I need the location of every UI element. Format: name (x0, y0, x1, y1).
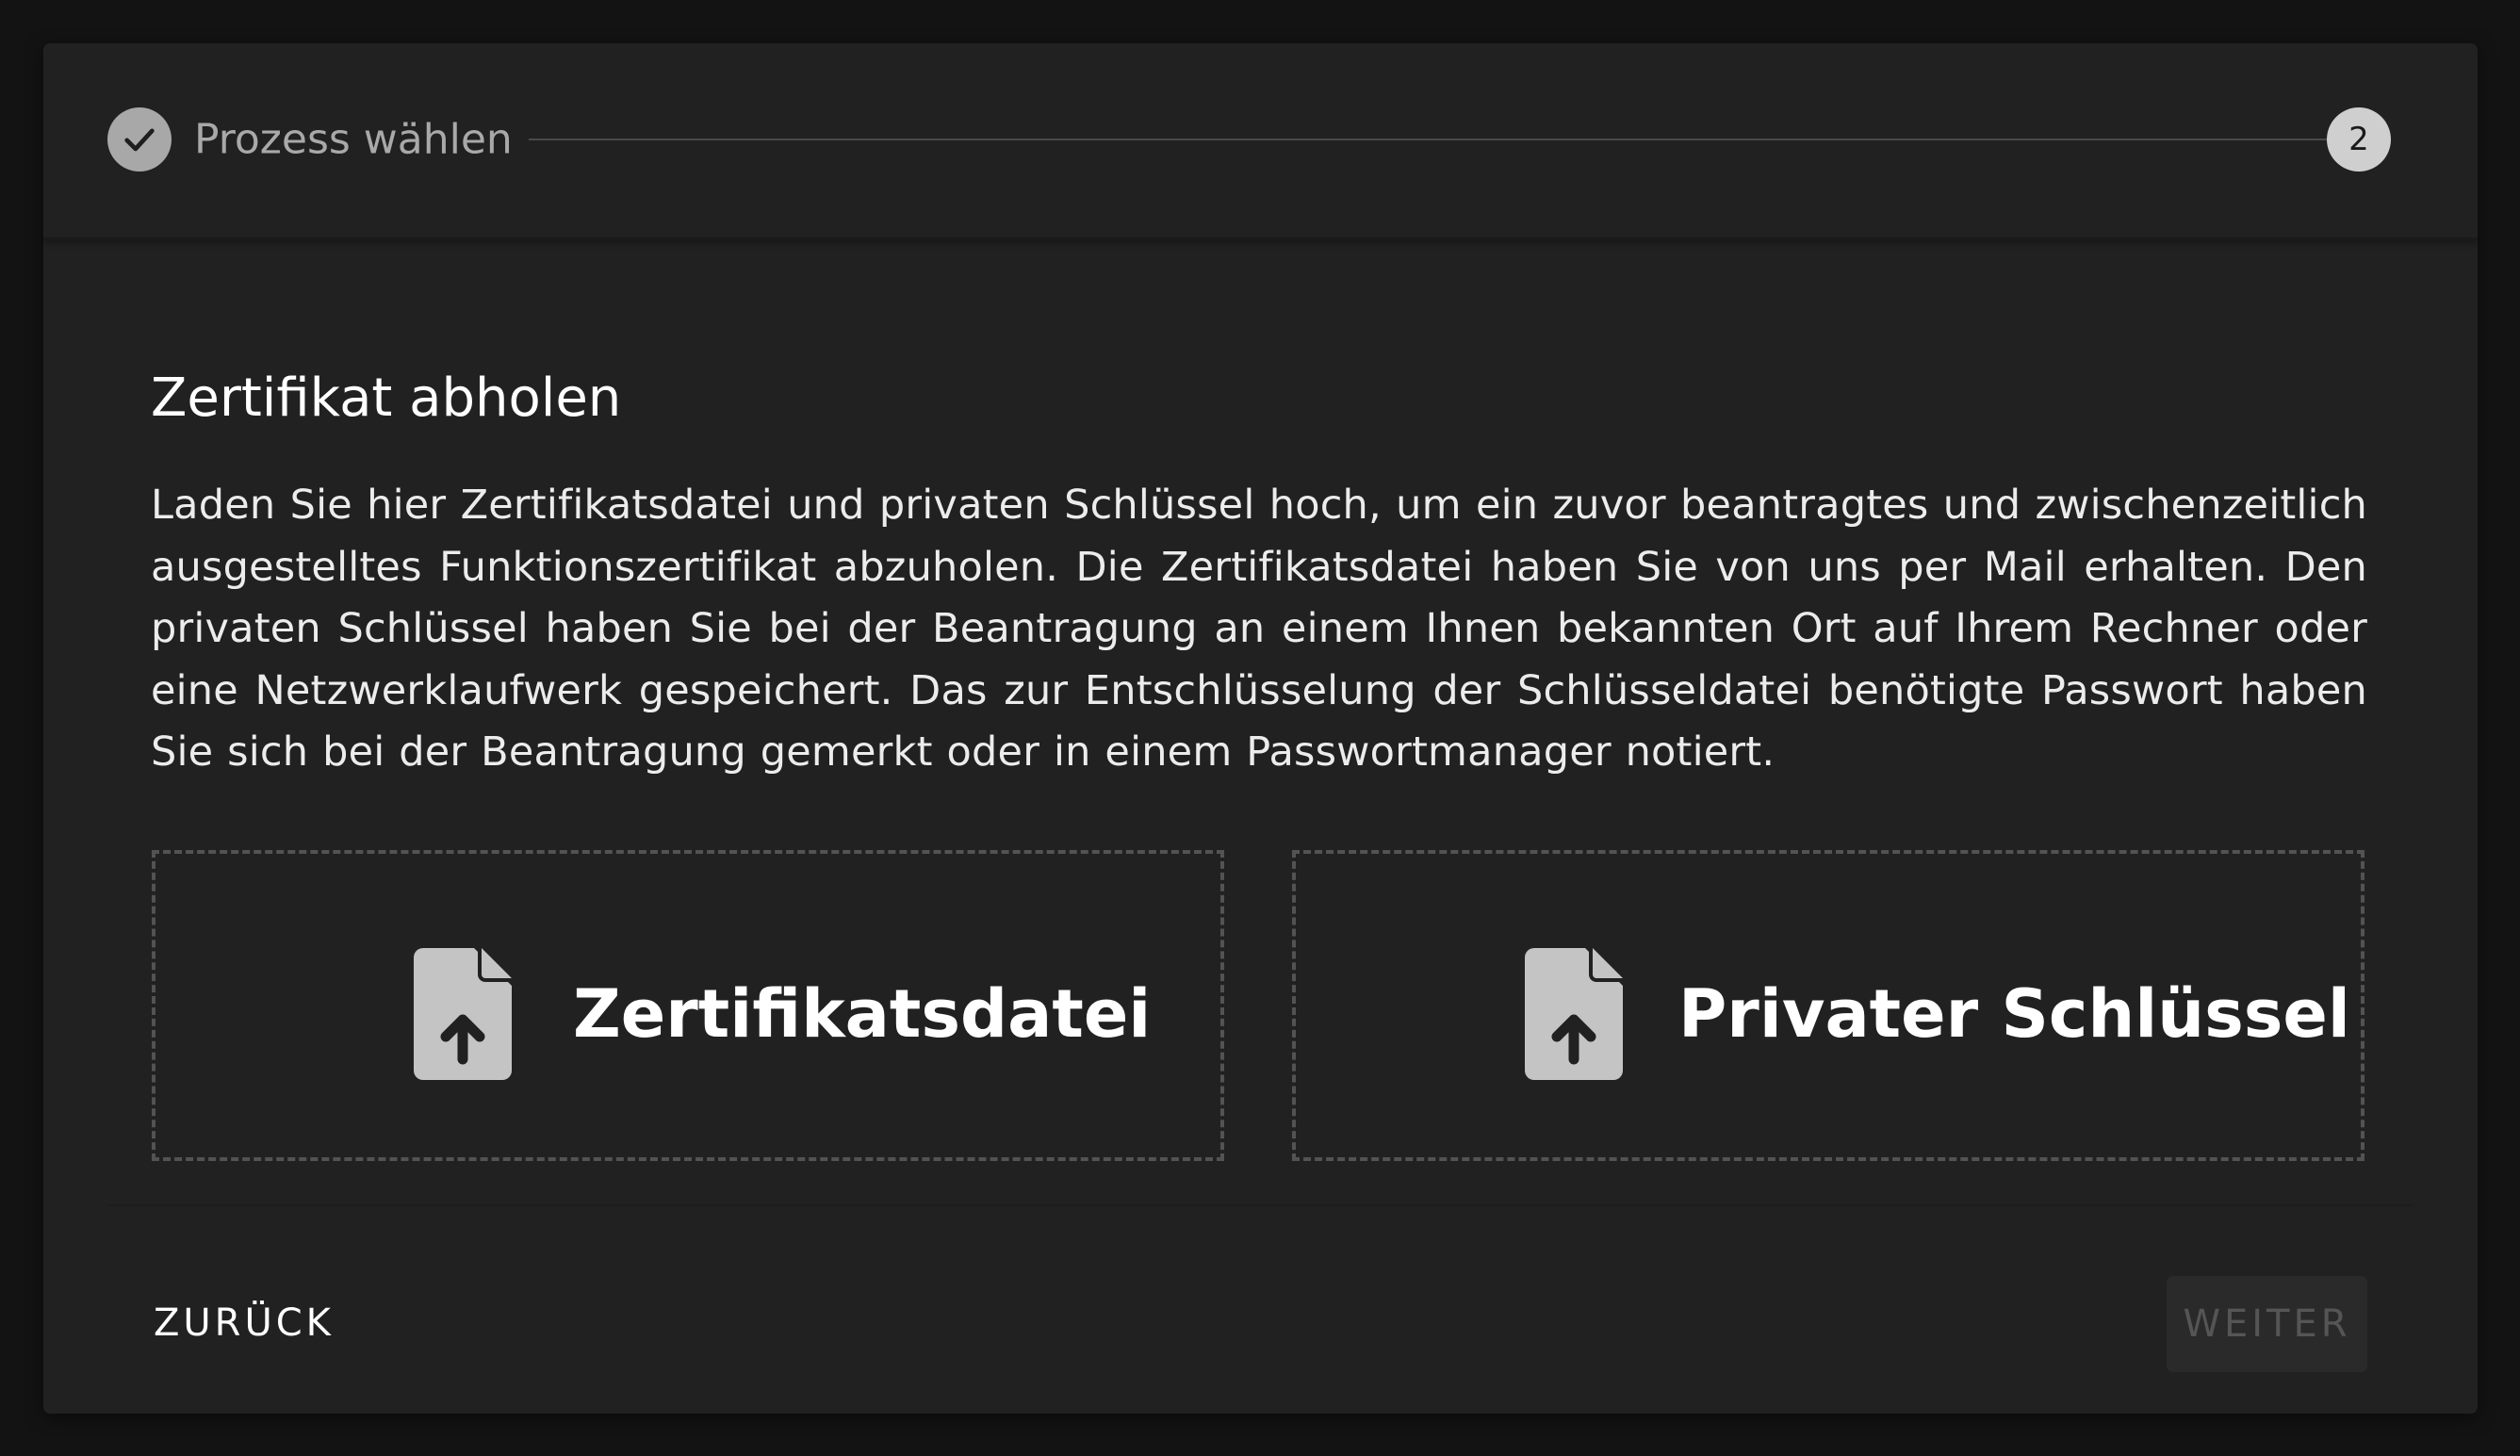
next-button[interactable]: WEITER (2167, 1276, 2367, 1372)
step-1-label: Prozess wählen (194, 115, 513, 164)
private-key-label: Privater Schlüssel (1678, 975, 2350, 1053)
footer-divider (107, 1204, 2414, 1206)
file-upload-icon (1525, 948, 1623, 1080)
description-text: Laden Sie hier Zertifikatsdatei und priv… (151, 482, 2367, 776)
dialog: Prozess wählen 2 Zertifikat abholen Lade… (43, 43, 2478, 1414)
page-title: Zertifikat abholen (151, 368, 622, 429)
step-connector (529, 139, 2349, 140)
step-2-number: 2 (2327, 107, 2391, 172)
certificate-file-label: Zertifikatsdatei (573, 975, 1152, 1053)
private-key-dropzone[interactable]: Privater Schlüssel (1292, 850, 2365, 1161)
step-complete-check-icon (107, 107, 172, 172)
certificate-file-dropzone[interactable]: Zertifikatsdatei (152, 850, 1224, 1161)
file-upload-icon (414, 948, 512, 1080)
stepper: Prozess wählen 2 (43, 43, 2478, 240)
back-button[interactable]: ZURÜCK (154, 1301, 335, 1345)
